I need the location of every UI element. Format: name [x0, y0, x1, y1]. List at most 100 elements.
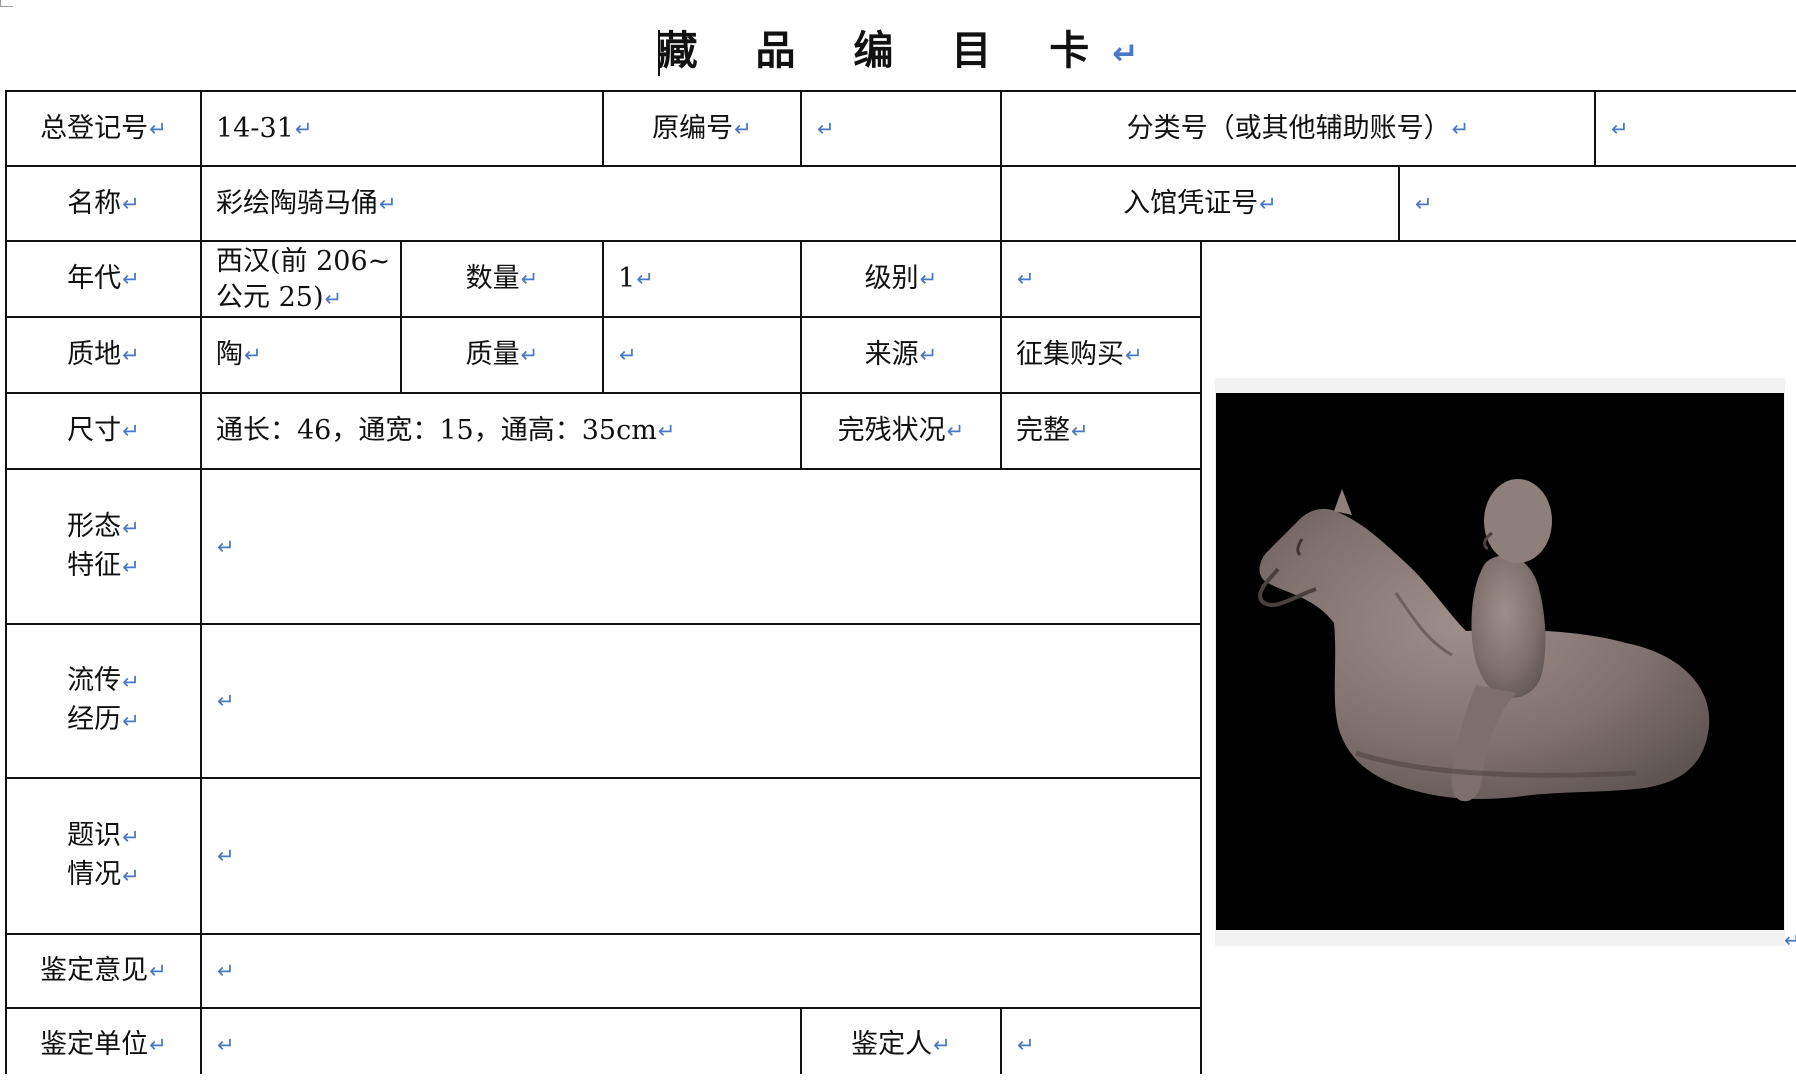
return-mark-icon: ↵	[217, 843, 235, 868]
cell-text: 鉴定意见	[40, 955, 149, 986]
size-label: 尺寸 ↵	[7, 394, 200, 468]
cell-text: 特征↵	[67, 547, 140, 586]
condition-value[interactable]: 完整 ↵	[1002, 394, 1200, 468]
weight-value[interactable]: ↵	[604, 318, 800, 392]
cell-text: 完残状况	[837, 415, 946, 446]
return-mark-icon: ↵	[324, 286, 343, 311]
return-mark-icon: ↵	[122, 824, 140, 849]
cell-text: 题识↵	[67, 817, 140, 856]
source-value[interactable]: 征集购买 ↵	[1002, 318, 1200, 392]
form-label: 形态↵ 特征↵	[7, 470, 200, 623]
rule	[1200, 240, 1202, 1074]
cell-text: 情况↵	[67, 856, 140, 895]
size-value[interactable]: 通长：46，通宽：15，通高：35cm ↵	[202, 394, 800, 468]
cell-text: 陶	[216, 339, 243, 370]
cell-text: 题识	[67, 820, 122, 851]
title-text: 藏 品 编 目 卡	[657, 28, 1112, 74]
cell-text: 数量	[465, 263, 520, 294]
entry-voucher-value[interactable]: ↵	[1400, 167, 1796, 240]
appraisal-unit-label: 鉴定单位 ↵	[7, 1009, 200, 1081]
cell-text: 原编号	[652, 112, 734, 144]
return-mark-icon: ↵	[244, 342, 262, 367]
return-mark-icon: ↵	[1784, 928, 1796, 952]
quantity-value[interactable]: 1 ↵	[604, 242, 800, 316]
weight-label: 质量 ↵	[402, 318, 602, 392]
total-reg-no-value[interactable]: 14-31 ↵	[202, 92, 602, 165]
cell-text: 尺寸	[67, 415, 122, 446]
return-mark-icon: ↵	[946, 418, 965, 443]
return-mark-icon: ↵	[122, 266, 140, 291]
return-mark-icon: ↵	[217, 688, 235, 713]
return-mark-icon: ↵	[1071, 418, 1089, 443]
period-label: 年代 ↵	[7, 242, 200, 316]
entry-voucher-label: 入馆凭证号 ↵	[1002, 167, 1398, 240]
cell-text: 通长：46，通宽：15，通高：35cm	[216, 415, 657, 446]
cell-text: 经历↵	[67, 701, 140, 740]
cell-text: 公元 25)↵	[216, 280, 342, 317]
label-stack: 形态↵ 特征↵	[67, 508, 140, 586]
appraisal-opinion-value[interactable]: ↵	[202, 935, 1200, 1007]
cell-text: 情况	[67, 859, 122, 890]
cell-text: 征集购买	[1016, 339, 1124, 370]
return-mark-icon: ↵	[1125, 342, 1143, 367]
return-mark-icon: ↵	[122, 418, 140, 443]
cell-text: 形态↵	[67, 508, 140, 547]
return-mark-icon: ↵	[1611, 115, 1629, 141]
cell-text: 14-31	[216, 112, 294, 144]
cell-text: 西汉(前 206~	[216, 246, 391, 277]
return-mark-icon: ↵	[122, 553, 140, 579]
return-mark-icon: ↵	[122, 342, 140, 367]
appraisal-unit-value[interactable]: ↵	[202, 1009, 800, 1081]
artifact-photo[interactable]	[1216, 393, 1784, 930]
cell-text: 经历	[67, 704, 122, 735]
appraiser-value[interactable]: ↵	[1002, 1009, 1200, 1081]
return-mark-icon: ↵	[122, 863, 140, 888]
class-no-value[interactable]: ↵	[1596, 92, 1796, 165]
return-mark-icon: ↵	[520, 266, 539, 291]
return-mark-icon: ↵	[619, 342, 637, 367]
condition-label: 完残状况 ↵	[802, 394, 1000, 468]
material-value[interactable]: 陶 ↵	[202, 318, 400, 392]
total-reg-no-label: 总登记号 ↵	[7, 92, 200, 165]
return-mark-icon: ↵	[294, 115, 313, 141]
provenance-value[interactable]: ↵	[202, 625, 1200, 777]
cell-text: 形态	[67, 510, 122, 542]
horse-rider-figure-icon	[1257, 479, 1710, 802]
material-label: 质地 ↵	[7, 318, 200, 392]
return-mark-icon: ↵	[122, 708, 140, 733]
cell-text: 公元 25)	[216, 282, 324, 313]
cell-text: 彩绘陶骑马俑	[216, 187, 378, 219]
appraiser-label: 鉴定人 ↵	[802, 1009, 1000, 1081]
name-value[interactable]: 彩绘陶骑马俑 ↵	[202, 167, 1000, 240]
cell-text: 级别	[864, 263, 919, 294]
label-stack: 流传↵ 经历↵	[67, 662, 140, 740]
return-mark-icon: ↵	[520, 342, 539, 367]
class-no-label: 分类号（或其他辅助账号） ↵	[1002, 92, 1594, 165]
cell-text: 流传	[67, 665, 122, 696]
orig-no-value[interactable]: ↵	[802, 92, 1000, 165]
form-value[interactable]: ↵	[202, 470, 1200, 623]
cell-text: 质量	[465, 339, 520, 370]
period-value[interactable]: 西汉(前 206~ 公元 25)↵	[202, 242, 400, 316]
cell-text: 入馆凭证号	[1123, 187, 1259, 219]
cell-text: 质地	[67, 339, 122, 370]
return-mark-icon: ↵	[734, 115, 752, 141]
cell-text: 名称	[67, 187, 122, 219]
provenance-label: 流传↵ 经历↵	[7, 625, 200, 777]
cell-text: 流传↵	[67, 662, 140, 701]
quantity-label: 数量 ↵	[402, 242, 602, 316]
return-mark-icon: ↵	[919, 266, 938, 291]
return-mark-icon: ↵	[657, 418, 676, 443]
cell-text: 特征	[67, 549, 122, 581]
return-mark-icon: ↵	[122, 669, 140, 694]
return-mark-icon: ↵	[217, 958, 235, 983]
return-mark-icon: ↵	[122, 190, 140, 216]
document-title: 藏 品 编 目 卡↵	[0, 18, 1796, 76]
return-mark-icon: ↵	[149, 958, 167, 983]
inscription-value[interactable]: ↵	[202, 779, 1200, 933]
orig-no-label: 原编号 ↵	[604, 92, 800, 165]
return-mark-icon: ↵	[1112, 36, 1139, 72]
grade-value[interactable]: ↵	[1002, 242, 1200, 316]
cell-text: 完整	[1016, 415, 1070, 446]
inscription-label: 题识↵ 情况↵	[7, 779, 200, 933]
